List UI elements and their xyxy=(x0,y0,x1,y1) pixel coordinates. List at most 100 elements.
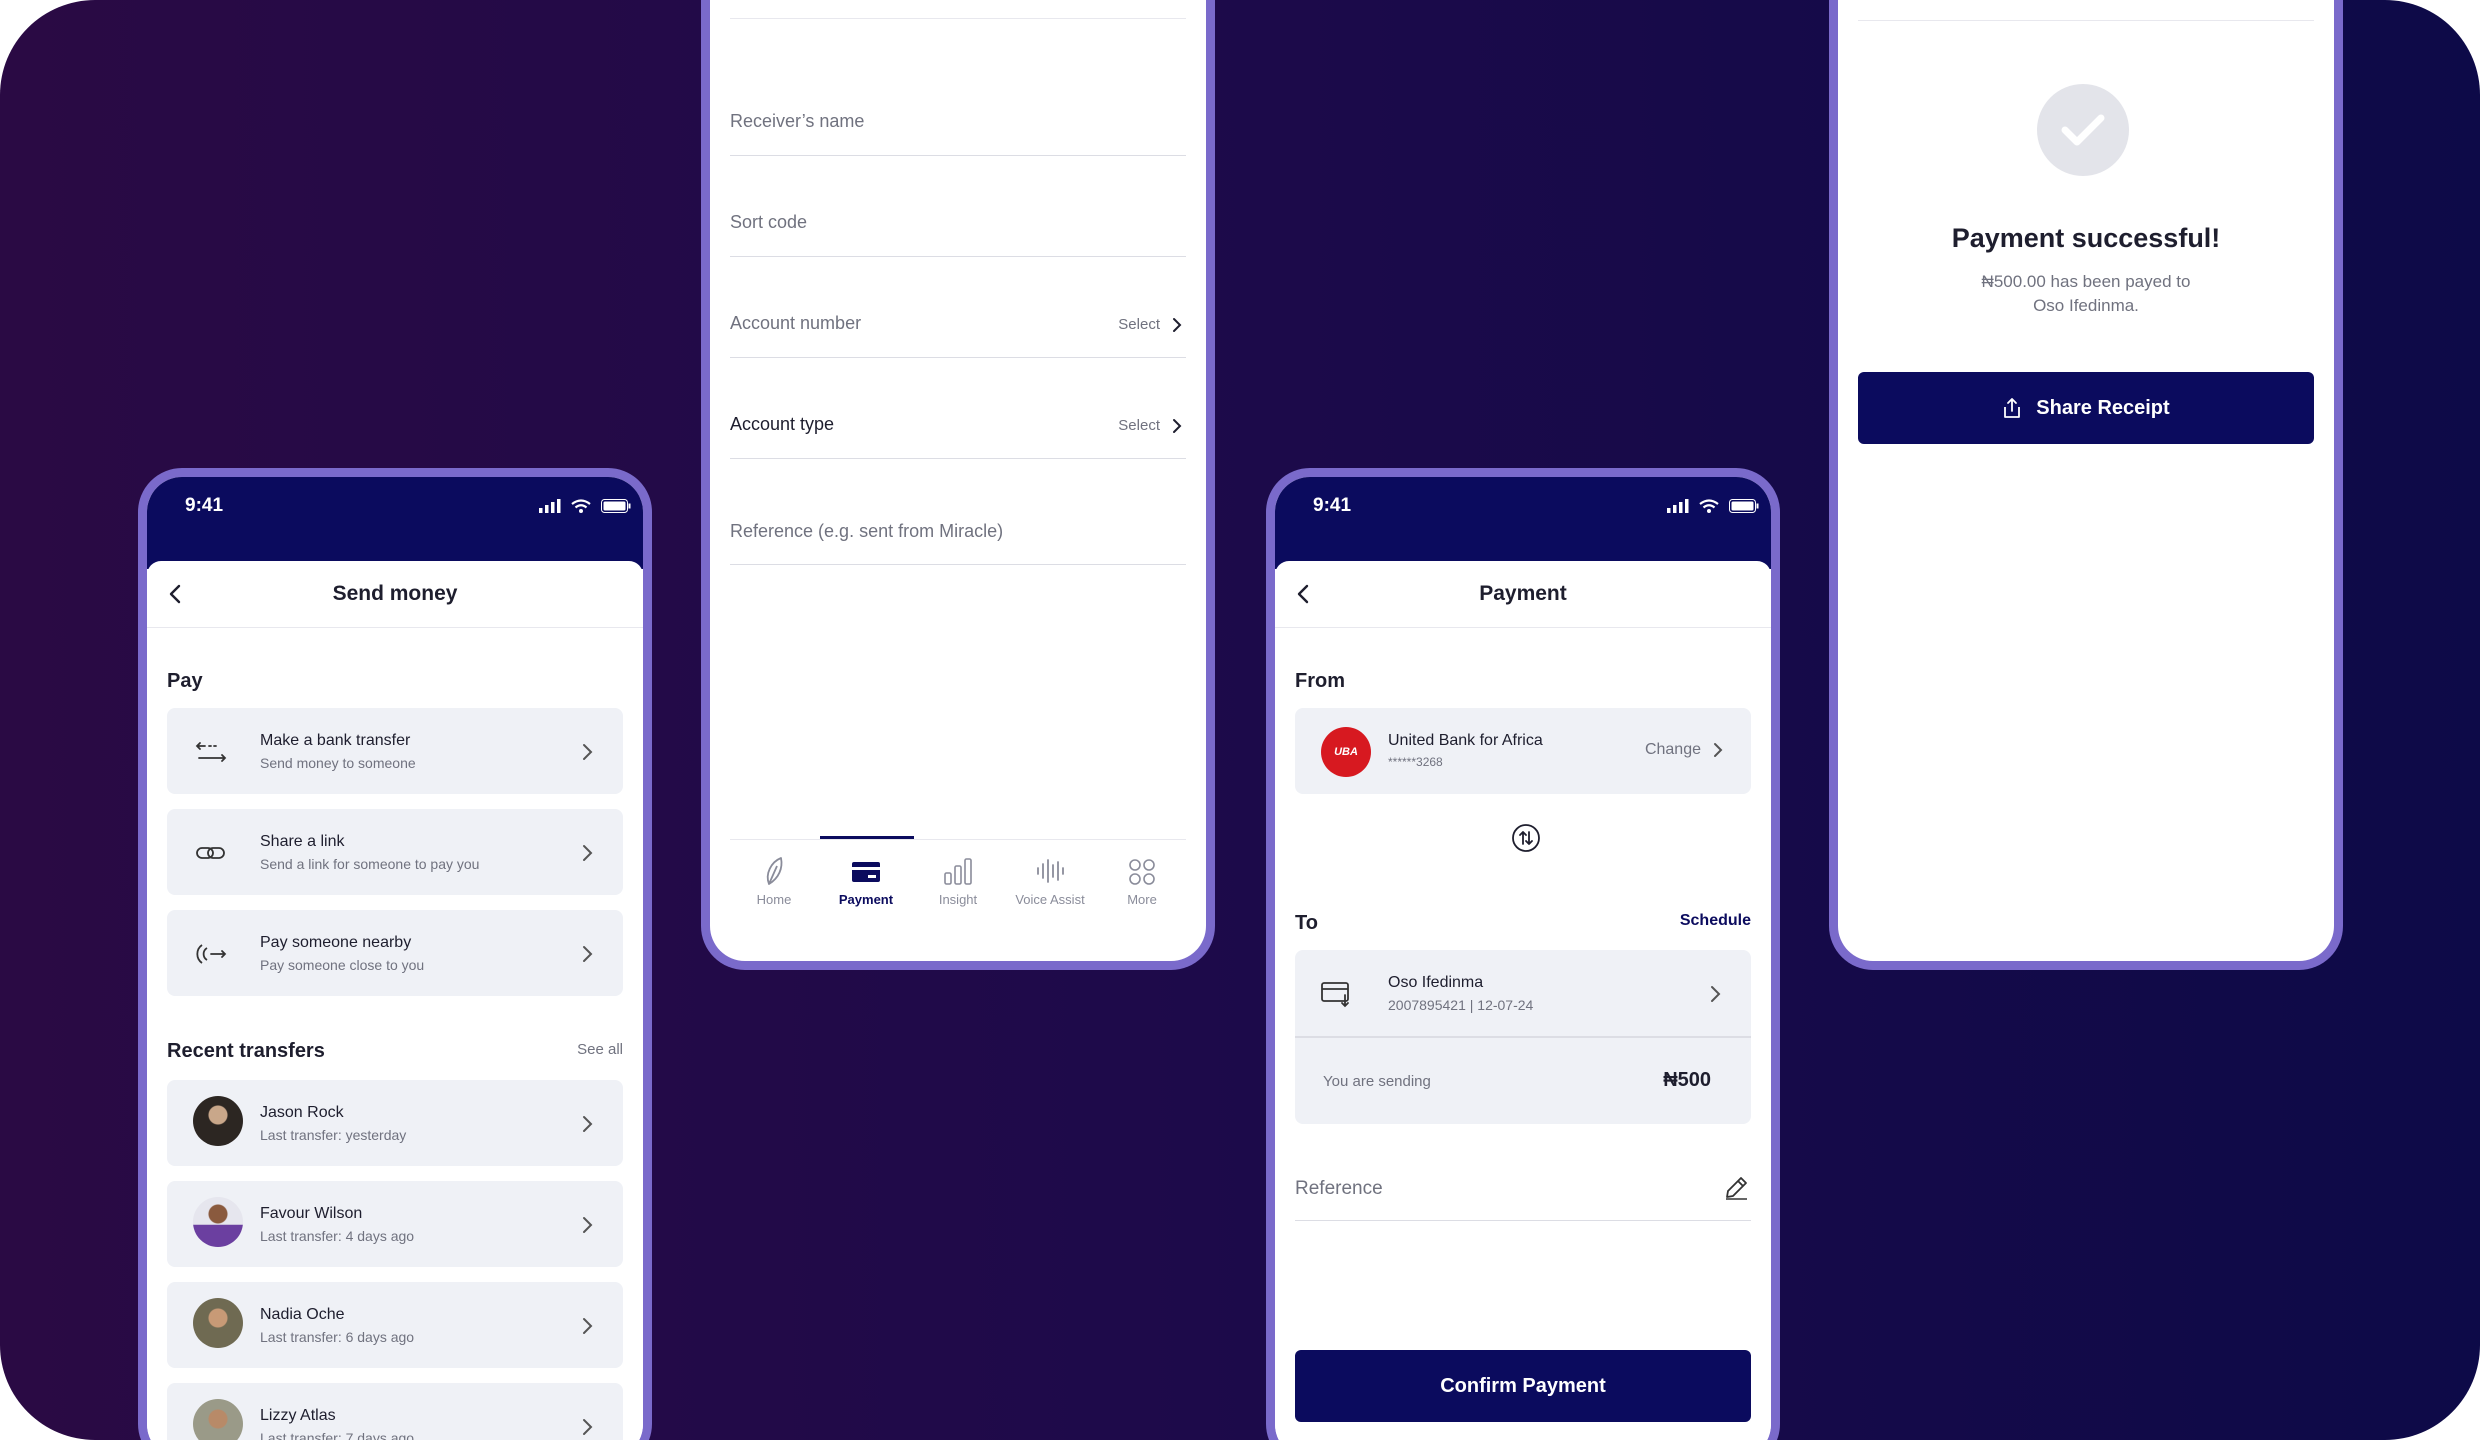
chevron-right-icon xyxy=(583,1116,593,1132)
bar-chart-icon xyxy=(944,858,972,885)
top-nav: Payment xyxy=(1275,561,1771,628)
active-tab-indicator xyxy=(820,836,914,839)
confirm-payment-button[interactable]: Confirm Payment xyxy=(1295,1350,1751,1422)
field-underline xyxy=(730,458,1186,459)
tab-label: Home xyxy=(756,892,792,907)
status-time: 9:41 xyxy=(1313,495,1352,516)
page-title: Payment xyxy=(1479,582,1567,605)
recent-transfer-item[interactable]: Favour Wilson Last transfer: 4 days ago xyxy=(167,1181,623,1267)
last-transfer: Last transfer: yesterday xyxy=(260,1127,407,1143)
account-number-select[interactable]: Select xyxy=(1118,316,1182,333)
chevron-right-icon xyxy=(583,845,593,861)
status-bar: 9:41 xyxy=(1275,477,1771,569)
grid-icon xyxy=(1129,859,1155,885)
card-icon xyxy=(852,862,880,882)
source-account-card: UBA United Bank for Africa ******3268 Ch… xyxy=(1295,708,1751,794)
payment-sheet: Payment From UBA United Bank for Africa … xyxy=(1275,561,1771,1440)
share-link-option[interactable]: Share a link Send a link for someone to … xyxy=(167,809,623,895)
contact-name: Nadia Oche xyxy=(260,1306,345,1323)
success-message-line1: ₦500.00 has been payed to xyxy=(1981,272,2191,291)
account-type-field[interactable]: Account type xyxy=(730,414,834,435)
option-title: Share a link xyxy=(260,833,345,850)
last-transfer: Last transfer: 4 days ago xyxy=(260,1228,415,1244)
tab-more[interactable]: More xyxy=(1096,856,1188,907)
top-divider xyxy=(730,18,1186,19)
chevron-right-icon xyxy=(1173,418,1182,433)
option-title: Make a bank transfer xyxy=(260,732,411,749)
tabbar-divider xyxy=(730,839,1186,840)
send-money-sheet: Send money Pay Make a bank transfer Send… xyxy=(147,561,643,1440)
signal-icon xyxy=(1667,499,1689,513)
from-heading: From xyxy=(1295,670,1345,692)
phone-payment-success: Payment successful! ₦500.00 has been pay… xyxy=(1829,0,2343,970)
chevron-right-icon xyxy=(583,1318,593,1334)
link-icon xyxy=(196,847,225,859)
change-label: Change xyxy=(1644,741,1701,758)
home-leaf-icon xyxy=(766,857,783,885)
swap-icon[interactable] xyxy=(1511,823,1541,853)
option-title: Pay someone nearby xyxy=(260,934,412,951)
account-number-field[interactable]: Account number xyxy=(730,313,861,334)
recent-transfer-item[interactable]: Nadia Oche Last transfer: 6 days ago xyxy=(167,1282,623,1368)
avatar xyxy=(193,1399,243,1440)
recent-transfer-item[interactable]: Jason Rock Last transfer: yesterday xyxy=(167,1080,623,1166)
uba-logo-text: UBA xyxy=(1334,746,1358,758)
edit-pencil-icon[interactable] xyxy=(1723,1175,1749,1201)
share-icon xyxy=(2004,398,2021,418)
tab-payment[interactable]: Payment xyxy=(820,856,912,907)
tab-insight[interactable]: Insight xyxy=(912,856,1004,907)
phone-transfer-form: Receiver’s name Sort code Account number… xyxy=(701,0,1215,970)
card-transfer-icon xyxy=(1321,982,1349,1008)
success-title: Payment successful! xyxy=(1951,223,2221,253)
to-heading: To xyxy=(1295,912,1318,934)
tab-voice-assist[interactable]: Voice Assist xyxy=(1004,856,1096,907)
field-underline xyxy=(730,256,1186,257)
sort-code-field[interactable]: Sort code xyxy=(730,212,807,233)
tab-label: Voice Assist xyxy=(1015,892,1085,907)
recent-transfer-item[interactable]: Lizzy Atlas Last transfer: 7 days ago xyxy=(167,1383,623,1440)
reference-field[interactable]: Reference xyxy=(1295,1178,1383,1200)
sending-amount: ₦500 xyxy=(1663,1069,1711,1091)
pay-nearby-option[interactable]: Pay someone nearby Pay someone close to … xyxy=(167,910,623,996)
recipient-name: Oso Ifedinma xyxy=(1388,974,1484,991)
option-subtitle: Pay someone close to you xyxy=(260,957,425,973)
nearby-icon xyxy=(196,944,227,964)
account-masked: ******3268 xyxy=(1388,755,1443,769)
tab-label: Payment xyxy=(838,892,894,907)
pay-heading: Pay xyxy=(167,670,203,692)
status-time: 9:41 xyxy=(185,495,224,516)
avatar xyxy=(193,1197,243,1247)
account-type-select[interactable]: Select xyxy=(1118,417,1182,434)
waveform-icon xyxy=(1037,859,1064,883)
recipient-card: Oso Ifedinma 2007895421 | 12-07-24 You a… xyxy=(1295,950,1751,1124)
page-title: Send money xyxy=(332,582,458,605)
recipient-details: 2007895421 | 12-07-24 xyxy=(1388,997,1534,1013)
bottom-tab-bar: Home Payment Insight Voice Assist More xyxy=(710,856,1206,936)
contact-name: Jason Rock xyxy=(260,1104,344,1121)
change-account-button[interactable]: Change xyxy=(1645,741,1723,759)
canvas-background: 9:41 Send money Pay Make a bank transfer… xyxy=(0,0,2480,1440)
option-subtitle: Send money to someone xyxy=(260,755,416,771)
reference-field[interactable]: Reference (e.g. sent from Miracle) xyxy=(730,521,1003,542)
chevron-right-icon xyxy=(1711,986,1721,1002)
divider xyxy=(1295,1036,1751,1038)
battery-icon xyxy=(601,499,631,513)
bank-transfer-option[interactable]: Make a bank transfer Send money to someo… xyxy=(167,708,623,794)
select-label: Select xyxy=(1118,316,1160,333)
chevron-right-icon xyxy=(1173,317,1182,332)
field-underline xyxy=(730,155,1186,156)
schedule-link[interactable]: Schedule xyxy=(1680,912,1751,930)
transfer-arrows-icon xyxy=(195,742,227,762)
tab-label: More xyxy=(1127,892,1157,907)
see-all-link[interactable]: See all xyxy=(577,1041,623,1058)
contact-name: Lizzy Atlas xyxy=(260,1407,336,1424)
share-receipt-button[interactable]: Share Receipt xyxy=(1858,372,2314,444)
receiver-name-field[interactable]: Receiver’s name xyxy=(730,111,864,132)
sending-label: You are sending xyxy=(1323,1073,1431,1090)
signal-icon xyxy=(539,499,561,513)
tab-home[interactable]: Home xyxy=(728,856,820,907)
recipient-row[interactable]: Oso Ifedinma 2007895421 | 12-07-24 xyxy=(1295,950,1751,1036)
check-icon xyxy=(2061,114,2105,146)
chevron-right-icon xyxy=(583,744,593,760)
status-bar: 9:41 xyxy=(147,477,643,569)
